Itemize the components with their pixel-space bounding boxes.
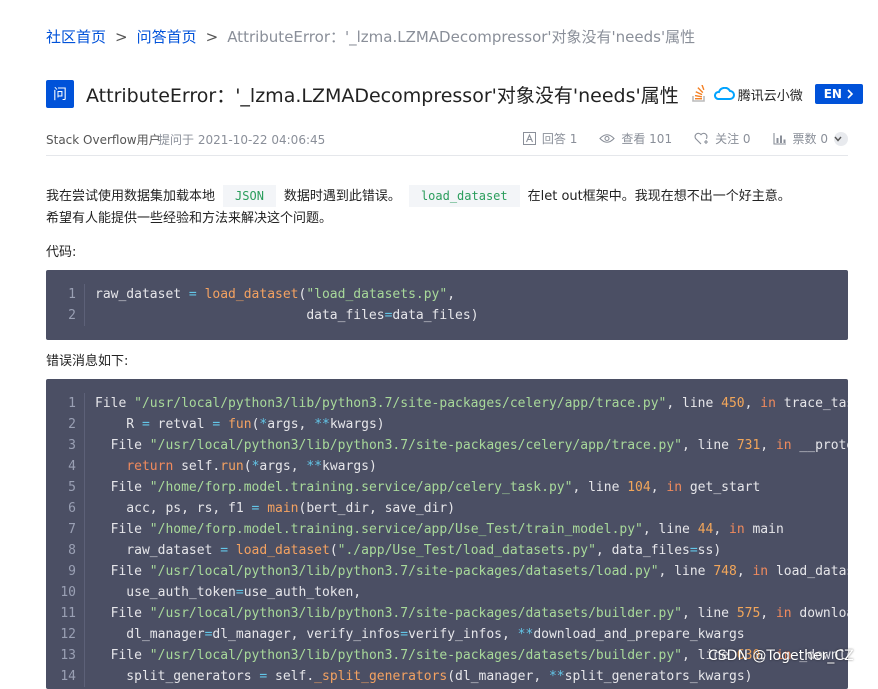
code-line: 1 raw_dataset = load_dataset("load_datase… [46, 284, 848, 305]
code-line: 7 File "/home/forp.model.training.servic… [46, 519, 848, 540]
body-text: 我在尝试使用数据集加载本地 [46, 189, 216, 204]
code-block[interactable]: 1 raw_dataset = load_dataset("load_datase… [46, 270, 848, 340]
language-label: EN [823, 87, 842, 101]
code-line: 9 File "/usr/local/python3/lib/python3.7… [46, 561, 848, 582]
code-line: 6 acc, ps, rs, f1 = main(bert_dir, save_… [46, 498, 848, 519]
breadcrumb: 社区首页 > 问答首页 > AttributeError：'_lzma.LZMADeco… [46, 26, 695, 47]
inline-code: load_dataset [408, 185, 520, 207]
question-stats: 回答 1 查看 101 关注 0 票数 0 [501, 130, 848, 147]
breadcrumb-qa-link[interactable]: 问答首页 [137, 28, 197, 46]
stackoverflow-icon[interactable] [691, 85, 707, 103]
author-name[interactable]: Stack Overflow用户 [46, 131, 161, 148]
breadcrumb-separator: > [205, 28, 219, 46]
breadcrumb-separator: > [115, 28, 128, 46]
error-code-block[interactable]: 1 File "/usr/local/python3/lib/python3.7/… [46, 379, 848, 689]
follow-stat[interactable]: 关注 0 [694, 130, 751, 147]
csdn-watermark: CSDN @Together_CZ [708, 648, 854, 664]
language-toggle-button[interactable]: EN [814, 84, 863, 104]
code-line: 5 File "/home/forp.model.training.servic… [46, 477, 848, 498]
code-line: 2 data_files=data_files) [46, 305, 848, 326]
question-badge: 问 [46, 80, 74, 108]
answer-icon [522, 132, 536, 145]
code-line: 11 File "/usr/local/python3/lib/python3.… [46, 603, 848, 624]
body-text: 在let out框架中。我现在想不出一个好主意。 [527, 189, 791, 204]
follow-count: 关注 0 [715, 132, 751, 146]
heart-plus-icon [694, 132, 709, 145]
breadcrumb-current: AttributeError：'_lzma.LZMADecompressor'对… [227, 28, 696, 46]
bar-chart-icon [772, 133, 786, 145]
chevron-right-icon [847, 89, 854, 99]
views-count: 查看 101 [621, 132, 673, 146]
body-paragraph-2: 希望有人能提供一些经验和方法来解决这个问题。 [46, 211, 333, 226]
chevron-down-icon [834, 136, 842, 142]
code-line: 3 File "/usr/local/python3/lib/python3.7… [46, 435, 848, 456]
code-line: 8 raw_dataset = load_dataset("./app/Use_… [46, 540, 848, 561]
inline-code: JSON [223, 185, 276, 207]
question-title: AttributeError：'_lzma.LZMADecompressor'对… [86, 84, 679, 107]
code-line: 2 R = retval = fun(*args, **kwargs) [46, 414, 848, 435]
question-meta: Stack Overflow用户 提问于 2021-10-22 04:06:45… [46, 130, 848, 148]
code-line: 12 dl_manager=dl_manager, verify_infos=v… [46, 624, 848, 645]
tencent-cloud-icon [713, 87, 735, 100]
code-line: 10 use_auth_token=use_auth_token, [46, 582, 848, 603]
code-line: 1 File "/usr/local/python3/lib/python3.7/… [46, 393, 848, 414]
answers-stat[interactable]: 回答 1 [522, 130, 578, 147]
answers-count: 回答 1 [541, 132, 578, 146]
code-line: 4 return self.run(*args, **kwargs) [46, 456, 848, 477]
question-header: 问 AttributeError：'_lzma.LZMADecompressor… [46, 79, 863, 109]
votes-stat[interactable]: 票数 0 [772, 130, 848, 147]
code-label: 代码: [46, 245, 77, 260]
asked-time: 提问于 2021-10-22 04:06:45 [158, 133, 326, 147]
eye-icon [599, 134, 616, 143]
breadcrumb-home-link[interactable]: 社区首页 [46, 28, 106, 46]
votes-count: 票数 0 [792, 132, 828, 146]
views-stat: 查看 101 [599, 130, 672, 147]
tencent-cloud-logo[interactable]: 腾讯云小微 [713, 85, 803, 104]
body-text: 数据时遇到此错误。 [283, 189, 401, 204]
question-body: 我在尝试使用数据集加载本地 JSON 数据时遇到此错误。 load_dataset 在l… [46, 185, 848, 230]
source-brand-label: 腾讯云小微 [737, 88, 803, 104]
votes-expand-button[interactable] [834, 131, 848, 146]
header-divider [46, 155, 848, 156]
error-label: 错误消息如下: [46, 354, 129, 369]
body-paragraph-1: 我在尝试使用数据集加载本地 JSON 数据时遇到此错误。 load_dataset 在l… [46, 185, 848, 208]
